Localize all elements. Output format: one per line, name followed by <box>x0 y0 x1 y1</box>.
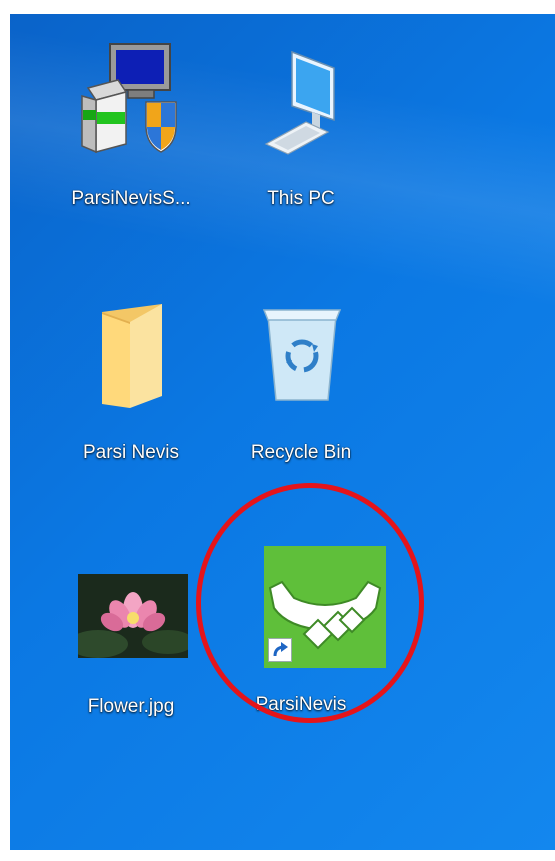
icon-label: Flower.jpg <box>87 696 175 717</box>
desktop-icon-parsinevis-setup[interactable]: ParsiNevisS... <box>46 40 216 210</box>
image-thumbnail-icon <box>68 574 194 663</box>
desktop-icon-parsi-nevis-folder[interactable]: Parsi Nevis <box>46 300 216 470</box>
icon-label: Recycle Bin <box>250 442 352 463</box>
desktop-icon-parsinevis-shortcut[interactable]: ParsiNevis <box>216 542 386 722</box>
installer-icon <box>78 40 188 160</box>
parsinevis-shortcut-icon <box>264 546 386 673</box>
desktop-icon-recycle-bin[interactable]: Recycle Bin <box>216 300 386 470</box>
icon-label: Parsi Nevis <box>82 442 180 463</box>
icon-label: This PC <box>267 188 335 209</box>
desktop-icon-this-pc[interactable]: This PC <box>216 40 386 210</box>
recycle-bin-icon <box>262 306 342 411</box>
computer-icon <box>262 48 342 163</box>
desktop-icon-flower-jpg[interactable]: Flower.jpg <box>46 562 216 732</box>
folder-icon <box>96 304 170 413</box>
shortcut-arrow-icon <box>268 638 292 662</box>
desktop-background: ParsiNevisS... This PC Parsi Nevis Recyc… <box>10 14 555 850</box>
icon-label: ParsiNevis <box>255 694 347 715</box>
icon-label: ParsiNevisS... <box>71 188 191 209</box>
